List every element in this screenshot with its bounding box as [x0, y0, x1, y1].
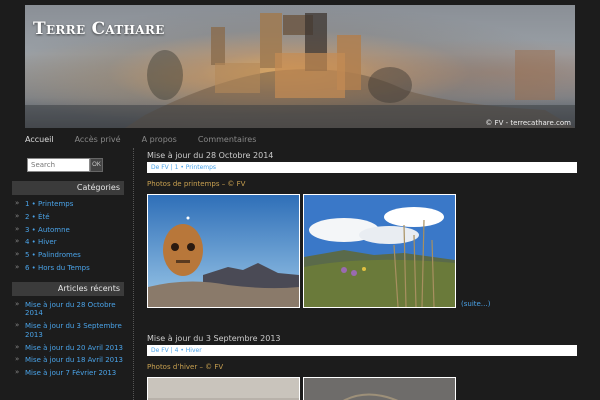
photo-thumbnail[interactable]: [147, 194, 300, 308]
recent-posts-list: Mise à jour du 28 Octobre 2014 Mise à jo…: [12, 299, 124, 380]
recent-post-item[interactable]: Mise à jour du 20 Avril 2013: [12, 342, 124, 355]
photo-thumbnail[interactable]: [303, 377, 456, 400]
photo-thumbnail[interactable]: [147, 377, 300, 400]
category-item[interactable]: 3 • Automne: [12, 224, 124, 237]
category-item[interactable]: 4 • Hiver: [12, 236, 124, 249]
recent-post-item[interactable]: Mise à jour 7 Février 2013: [12, 367, 124, 380]
photo-gallery: [147, 377, 577, 400]
search-form: OK: [27, 158, 124, 172]
nav-item-accueil[interactable]: Accueil: [25, 131, 65, 149]
post-meta-text[interactable]: De FV | 1 • Printemps: [151, 164, 216, 171]
photo-gallery: (suite…): [147, 194, 577, 308]
category-item[interactable]: 6 • Hors du Temps: [12, 262, 124, 275]
nav-item-acces-prive[interactable]: Accès privé: [75, 131, 132, 149]
post-title[interactable]: Mise à jour du 3 Septembre 2013: [147, 334, 577, 344]
post-meta-text[interactable]: De FV | 4 • Hiver: [151, 347, 202, 354]
main-nav: Accueil Accès privé A propos Commentaire…: [25, 131, 575, 149]
category-item[interactable]: 1 • Printemps: [12, 198, 124, 211]
post-title[interactable]: Mise à jour du 28 Octobre 2014: [147, 151, 577, 161]
post: Mise à jour du 3 Septembre 2013 De FV | …: [147, 334, 577, 400]
post-meta: De FV | 1 • Printemps: [147, 162, 577, 173]
header-banner: Terre Cathare © FV - terrecathare.com: [25, 5, 575, 128]
search-button[interactable]: OK: [90, 158, 103, 172]
categories-list: 1 • Printemps 2 • Été 3 • Automne 4 • Hi…: [12, 198, 124, 275]
post-caption: Photos d’hiver – © FV: [147, 363, 224, 371]
read-more-link[interactable]: (suite…): [461, 300, 491, 308]
categories-title: Catégories: [12, 181, 124, 195]
category-item[interactable]: 2 • Été: [12, 211, 124, 224]
column-divider: [133, 148, 134, 400]
sidebar: OK Catégories 1 • Printemps 2 • Été 3 • …: [12, 158, 124, 387]
recent-post-item[interactable]: Mise à jour du 28 Octobre 2014: [12, 299, 124, 321]
nav-item-a-propos[interactable]: A propos: [142, 131, 188, 149]
photo-thumbnail[interactable]: [303, 194, 456, 308]
image-credit: © FV - terrecathare.com: [485, 119, 571, 127]
recent-post-item[interactable]: Mise à jour du 18 Avril 2013: [12, 354, 124, 367]
category-item[interactable]: 5 • Palindromes: [12, 249, 124, 262]
search-input[interactable]: [27, 158, 90, 172]
post: Mise à jour du 28 Octobre 2014 De FV | 1…: [147, 151, 577, 308]
recent-posts-title: Articles récents: [12, 281, 124, 296]
post-meta: De FV | 4 • Hiver: [147, 345, 577, 356]
recent-post-item[interactable]: Mise à jour du 3 Septembre 2013: [12, 320, 124, 342]
nav-item-commentaires[interactable]: Commentaires: [198, 131, 268, 149]
site-title[interactable]: Terre Cathare: [33, 19, 165, 39]
post-caption: Photos de printemps – © FV: [147, 180, 246, 188]
